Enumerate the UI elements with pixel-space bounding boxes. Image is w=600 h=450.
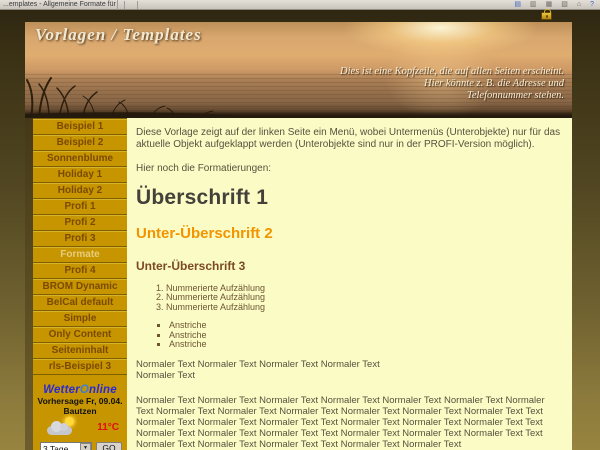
sidebar: Beispiel 1 Beispiel 2 Sonnenblume Holida… — [25, 118, 127, 450]
sidebar-item-brom-dynamic[interactable]: BROM Dynamic — [33, 279, 127, 295]
browser-bar: ...emplates - Allgemeine Formate für Tex… — [0, 0, 600, 10]
weather-row: 11°C — [33, 416, 127, 436]
chrome-separator — [137, 1, 138, 9]
bullet-list-item: Anstriche — [169, 321, 562, 331]
lock-icon — [541, 12, 552, 20]
help-icon[interactable]: ? — [590, 1, 594, 9]
heading-2: Unter-Überschrift 2 — [136, 226, 562, 242]
normal-text-short: Normaler Text Normaler Text Normaler Tex… — [136, 359, 562, 381]
main-content: Diese Vorlage zeigt auf der linken Seite… — [127, 118, 572, 450]
wetteronline-logo[interactable]: WetterOnline — [33, 384, 127, 396]
sidebar-item-profi-3[interactable]: Profi 3 — [33, 231, 127, 247]
formats-intro: Hier noch die Formatierungen: — [136, 163, 562, 175]
page-body: Beispiel 1 Beispiel 2 Sonnenblume Holida… — [25, 118, 572, 450]
select-value: 3 Tage — [43, 444, 80, 450]
sidebar-item-belcal-default[interactable]: BelCal default — [33, 295, 127, 311]
feed-icon[interactable]: ▤ — [514, 1, 521, 9]
grass-silhouette — [25, 74, 235, 118]
bullet-list: Anstriche Anstriche Anstriche — [136, 321, 562, 350]
sidebar-item-sonnenblume[interactable]: Sonnenblume — [33, 151, 127, 167]
page-icon[interactable]: ▦ — [546, 1, 553, 9]
intro-paragraph: Diese Vorlage zeigt auf der linken Seite… — [136, 127, 562, 150]
tagline-line-1: Dies ist eine Kopfzeile, die auf allen S… — [340, 66, 564, 78]
temperature-value: 11°C — [97, 422, 119, 433]
normal-text-long: Normaler Text Normaler Text Normaler Tex… — [136, 395, 562, 450]
bullet-list-item: Anstriche — [169, 331, 562, 341]
sidebar-item-only-content[interactable]: Only Content — [33, 327, 127, 343]
heading-3: Unter-Überschrift 3 — [136, 260, 562, 273]
print-icon[interactable]: ▥ — [530, 1, 537, 9]
tagline-line-3: Telefonnummer stehen. — [340, 90, 564, 102]
sidebar-item-simple[interactable]: Simple — [33, 311, 127, 327]
home-icon[interactable]: ⌂ — [577, 1, 581, 9]
brand-nline: nline — [89, 384, 117, 396]
brand-wetter: Wetter — [43, 384, 80, 396]
sidebar-item-beispiel-1[interactable]: Beispiel 1 — [33, 119, 127, 135]
forecast-range-select[interactable]: 3 Tage ▼ — [40, 442, 92, 450]
sidebar-item-holiday-1[interactable]: Holiday 1 — [33, 167, 127, 183]
forecast-date: Vorhersage Fr, 09.04. — [33, 396, 127, 406]
sidebar-item-profi-2[interactable]: Profi 2 — [33, 215, 127, 231]
sidebar-item-profi-4[interactable]: Profi 4 — [33, 263, 127, 279]
layout-icon[interactable]: ▧ — [561, 1, 568, 9]
numbered-list-item: Nummerierte Aufzählung — [166, 303, 562, 313]
tagline-line-2: Hier könnte z. B. die Adresse und — [340, 78, 564, 90]
sidebar-item-formate[interactable]: Formate — [33, 247, 127, 263]
browser-toolbar-icons: ▤ ▥ ▦ ▧ ⌂ ? — [514, 1, 600, 9]
sidebar-item-seiteninhalt[interactable]: Seiteninhalt — [33, 343, 127, 359]
heading-1: Überschrift 1 — [136, 187, 562, 209]
sidebar-item-rls-beispiel-3[interactable]: rls-Beispiel 3 — [33, 359, 127, 375]
weather-widget: WetterOnline Vorhersage Fr, 09.04. Bautz… — [33, 384, 127, 450]
sidebar-menu: Beispiel 1 Beispiel 2 Sonnenblume Holida… — [33, 118, 127, 375]
sidebar-item-holiday-2[interactable]: Holiday 2 — [33, 183, 127, 199]
go-button[interactable]: GO — [96, 442, 122, 450]
bullet-list-item: Anstriche — [169, 340, 562, 350]
browser-tab[interactable]: ...emplates - Allgemeine Formate für Tex… — [0, 0, 118, 10]
site-title: Vorlagen / Templates — [35, 25, 202, 45]
page-column: Vorlagen / Templates Dies ist eine Kopfz… — [25, 10, 572, 450]
partly-cloudy-icon — [47, 419, 77, 435]
header-tagline: Dies ist eine Kopfzeile, die auf allen S… — [340, 66, 564, 102]
sidebar-item-profi-1[interactable]: Profi 1 — [33, 199, 127, 215]
sidebar-item-beispiel-2[interactable]: Beispiel 2 — [33, 135, 127, 151]
brand-sun-o: O — [80, 384, 89, 396]
cloud-icon — [47, 426, 72, 435]
chevron-down-icon[interactable]: ▼ — [80, 443, 91, 450]
chrome-separator — [124, 1, 125, 9]
numbered-list: Nummerierte Aufzählung Nummerierte Aufzä… — [136, 284, 562, 313]
header-banner: Vorlagen / Templates Dies ist eine Kopfz… — [25, 22, 572, 118]
weather-controls: 3 Tage ▼ GO — [33, 442, 127, 450]
forecast-city: Bautzen — [33, 406, 127, 416]
